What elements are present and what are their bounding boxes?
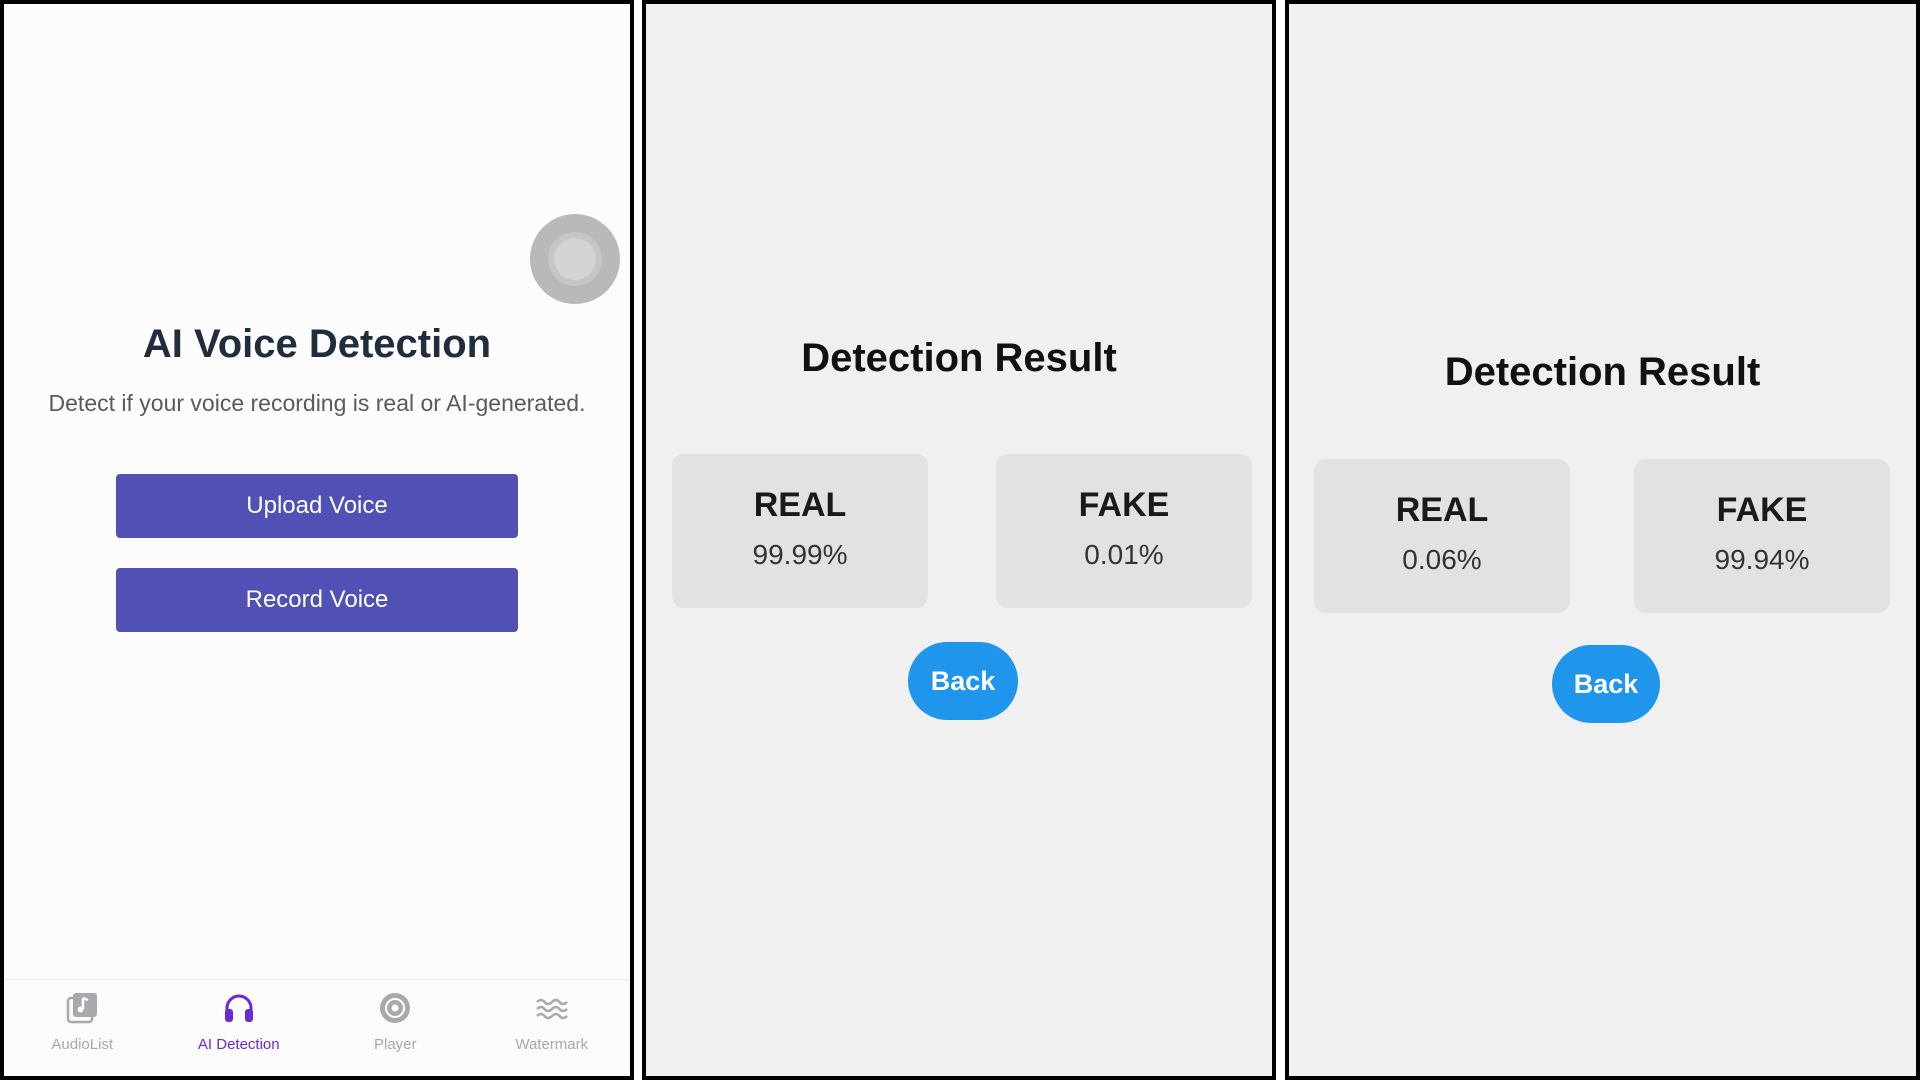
real-score-card: REAL 99.99% [672,454,928,608]
fake-score-card: FAKE 0.01% [996,454,1252,608]
back-button[interactable]: Back [908,642,1018,720]
back-button[interactable]: Back [1552,645,1660,723]
tab-label: Player [373,1036,417,1053]
tab-label: AI Detection [197,1036,280,1053]
detection-result-screen: Detection Result REAL 99.99% FAKE 0.01% … [642,0,1276,1080]
fake-percentage: 0.01% [1084,539,1164,570]
tab-ai-detection[interactable]: AI Detection [161,980,318,1076]
page-subtitle: Detect if your voice recording is real o… [48,390,586,416]
fake-score-card: FAKE 99.94% [1634,459,1890,613]
real-score-card: REAL 0.06% [1314,459,1570,613]
disc-icon [380,993,411,1023]
music-note-icon [67,993,98,1024]
real-percentage: 99.99% [752,539,848,570]
result-title: Detection Result [1444,350,1761,394]
real-percentage: 0.06% [1402,544,1482,575]
upload-voice-button[interactable]: Upload Voice [116,474,518,538]
voice-detection-screen: AI Voice Detection Detect if your voice … [0,0,634,1080]
tab-watermark[interactable]: Watermark [474,980,631,1076]
real-label: REAL [753,486,847,524]
detection-result-screen: Detection Result REAL 0.06% FAKE 99.94% … [1285,0,1920,1080]
headphones-icon [224,994,253,1022]
tab-audiolist[interactable]: AudioList [4,980,161,1076]
result-title: Detection Result [801,336,1117,380]
bottom-tab-bar: AudioList AI Detection Player Watermark [4,979,630,1076]
waves-icon [535,998,568,1020]
fake-label: FAKE [1078,486,1170,524]
tab-label: Watermark [515,1036,589,1053]
real-label: REAL [1395,491,1489,529]
record-voice-button[interactable]: Record Voice [116,568,518,632]
tab-player[interactable]: Player [317,980,474,1076]
fake-percentage: 99.94% [1714,544,1810,575]
assistive-touch-button[interactable] [530,214,620,304]
page-title: AI Voice Detection [142,322,492,366]
fake-label: FAKE [1716,491,1808,529]
tab-label: AudioList [51,1036,114,1053]
